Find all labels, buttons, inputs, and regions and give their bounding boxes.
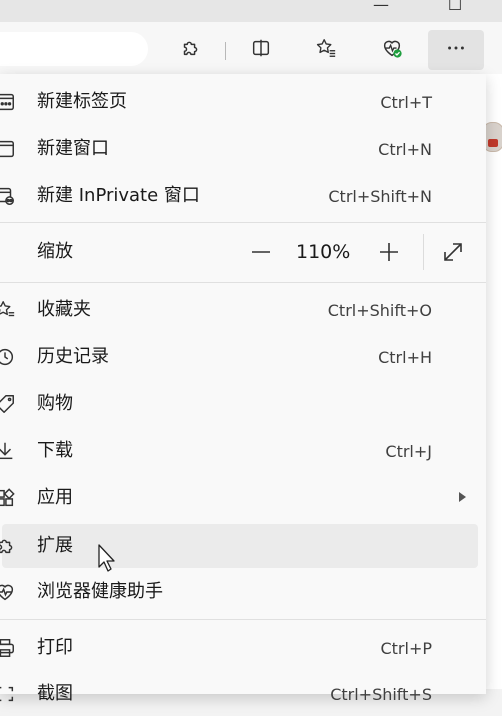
menu-item-shortcut: Ctrl+J bbox=[385, 442, 432, 461]
print-icon bbox=[0, 637, 16, 659]
favorites-icon bbox=[315, 37, 337, 63]
apps-icon bbox=[0, 487, 16, 509]
toolbar-divider bbox=[225, 42, 226, 60]
extensions-button[interactable] bbox=[174, 34, 206, 66]
menu-item-new-inprivate-window[interactable]: 新建 InPrivate 窗口 Ctrl+Shift+N bbox=[0, 174, 486, 218]
menu-item-favorites[interactable]: 收藏夹 Ctrl+Shift+O bbox=[0, 288, 486, 332]
menu-item-print[interactable]: 打印 Ctrl+P bbox=[0, 626, 486, 670]
menu-item-label: 历史记录 bbox=[37, 346, 109, 367]
split-screen-button[interactable] bbox=[245, 34, 277, 66]
menu-item-label: 扩展 bbox=[37, 535, 73, 556]
favorites-button[interactable] bbox=[310, 34, 342, 66]
menu-item-shortcut: Ctrl+Shift+N bbox=[328, 187, 432, 206]
menu-item-label: 截图 bbox=[37, 683, 73, 704]
menu-item-label: 打印 bbox=[37, 637, 73, 658]
mouse-cursor-icon bbox=[96, 543, 118, 573]
fullscreen-button[interactable] bbox=[441, 240, 465, 264]
new-window-icon bbox=[0, 138, 16, 160]
menu-item-browser-health[interactable]: 浏览器健康助手 bbox=[0, 570, 486, 614]
menu-item-shortcut: Ctrl+T bbox=[380, 93, 432, 112]
zoom-label: 缩放 bbox=[37, 241, 73, 262]
menu-item-shortcut: Ctrl+Shift+S bbox=[330, 685, 432, 704]
menu-item-label: 收藏夹 bbox=[37, 299, 91, 320]
split-screen-icon bbox=[250, 37, 272, 63]
zoom-out-button[interactable] bbox=[249, 240, 273, 264]
menu-divider bbox=[0, 222, 486, 223]
extensions-icon bbox=[179, 37, 201, 63]
menu-divider bbox=[0, 619, 486, 620]
menu-item-history[interactable]: 历史记录 Ctrl+H bbox=[0, 335, 486, 379]
menu-item-label: 新建标签页 bbox=[37, 91, 127, 112]
more-icon bbox=[445, 37, 467, 63]
history-icon bbox=[0, 346, 16, 368]
browser-health-button[interactable] bbox=[376, 34, 408, 66]
restore-button[interactable]: ☐ bbox=[440, 0, 470, 18]
menu-item-apps[interactable]: 应用 bbox=[0, 476, 486, 520]
menu-item-label: 浏览器健康助手 bbox=[37, 581, 163, 602]
menu-item-shopping[interactable]: 购物 bbox=[0, 382, 486, 426]
menu-item-label: 应用 bbox=[37, 487, 73, 508]
new-tab-icon bbox=[0, 91, 16, 113]
menu-item-label: 购物 bbox=[37, 393, 73, 414]
zoom-divider bbox=[423, 234, 424, 270]
download-icon bbox=[0, 440, 16, 462]
settings-and-more-button[interactable] bbox=[428, 30, 484, 70]
menu-item-screenshot[interactable]: 截图 Ctrl+Shift+S bbox=[0, 672, 486, 716]
menu-item-downloads[interactable]: 下载 Ctrl+J bbox=[0, 429, 486, 473]
menu-item-label: 下载 bbox=[37, 440, 73, 461]
shopping-tag-icon bbox=[0, 393, 16, 415]
menu-item-shortcut: Ctrl+N bbox=[378, 140, 432, 159]
menu-item-shortcut: Ctrl+P bbox=[380, 639, 432, 658]
page-content-edge bbox=[486, 74, 502, 689]
menu-zoom-row: 缩放 110% bbox=[0, 230, 486, 274]
menu-item-label: 新建 InPrivate 窗口 bbox=[37, 185, 200, 206]
title-bar: — ☐ bbox=[0, 0, 502, 22]
inprivate-icon bbox=[0, 185, 16, 207]
browser-health-icon bbox=[0, 581, 16, 603]
zoom-level-value: 110% bbox=[296, 241, 351, 263]
menu-item-new-window[interactable]: 新建窗口 Ctrl+N bbox=[0, 127, 486, 171]
menu-item-new-tab[interactable]: 新建标签页 Ctrl+T bbox=[0, 80, 486, 124]
address-bar[interactable] bbox=[0, 32, 148, 66]
menu-item-label: 新建窗口 bbox=[37, 138, 109, 159]
zoom-in-button[interactable] bbox=[377, 240, 401, 264]
menu-divider bbox=[0, 282, 486, 283]
menu-item-shortcut: Ctrl+H bbox=[378, 348, 432, 367]
screenshot-icon bbox=[0, 683, 16, 705]
menu-item-extensions[interactable]: 扩展 bbox=[0, 524, 478, 568]
submenu-arrow-icon bbox=[459, 492, 466, 502]
menu-item-shortcut: Ctrl+Shift+O bbox=[327, 301, 432, 320]
settings-menu: 新建标签页 Ctrl+T 新建窗口 Ctrl+N 新建 InPrivate 窗口… bbox=[0, 74, 486, 704]
favorites-icon bbox=[0, 299, 16, 321]
extensions-icon bbox=[0, 535, 16, 557]
browser-toolbar bbox=[0, 22, 502, 74]
browser-health-icon bbox=[381, 37, 403, 63]
minimize-button[interactable]: — bbox=[366, 0, 396, 18]
